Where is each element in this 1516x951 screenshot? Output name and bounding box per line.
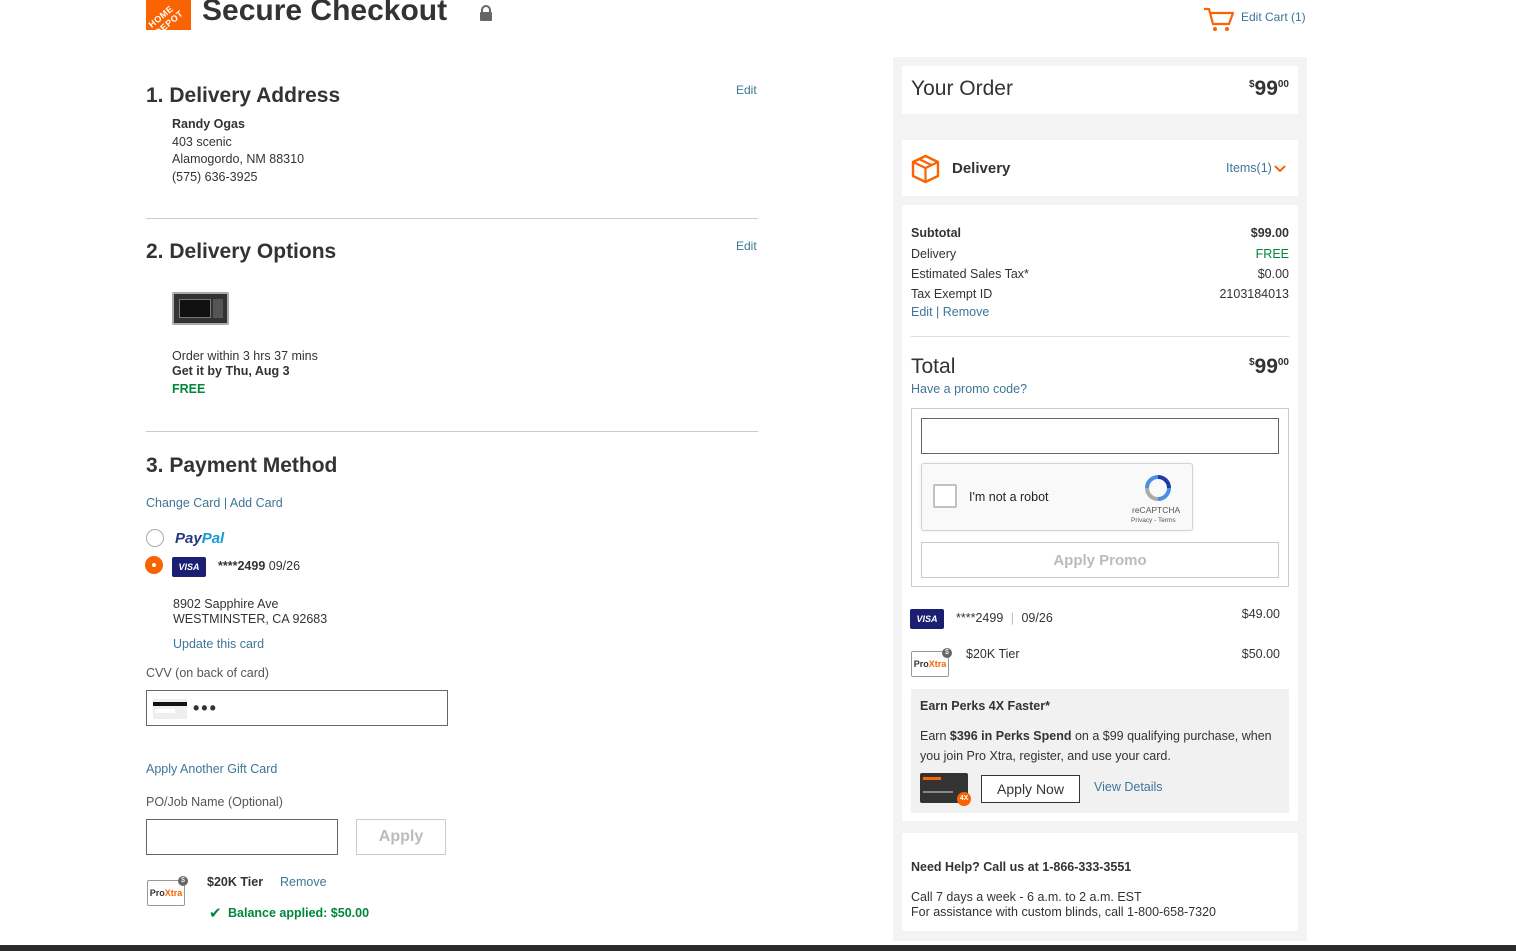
perks-title: Earn Perks 4X Faster* <box>920 699 1050 713</box>
address-city: Alamogordo, NM 88310 <box>172 152 305 166</box>
page-title: Secure Checkout <box>202 0 448 27</box>
delivery-cost-free: FREE <box>172 382 206 396</box>
card-number: ****2499 09/26 <box>218 559 301 573</box>
payment-tier-name: $20K Tier <box>966 647 1020 661</box>
cvv-label: CVV (on back of card) <box>146 666 269 680</box>
card-radio-selected[interactable] <box>145 556 163 574</box>
your-order-title: Your Order <box>911 77 1013 100</box>
balance-applied-text: Balance applied: $50.00 <box>228 906 370 920</box>
checkmark-icon: ✔ <box>209 905 222 922</box>
payment-card-amount: $49.00 <box>1241 607 1280 621</box>
tax-exempt-edit-link[interactable]: Edit <box>911 305 933 319</box>
edit-cart-link[interactable]: Edit Cart (1) <box>1241 10 1306 24</box>
delivery-address-edit-link[interactable]: Edit <box>736 83 757 97</box>
subtotal-row: Subtotal $99.00 <box>911 226 1289 240</box>
help-hours: Call 7 days a week - 6 a.m. to 2 a.m. ES… <box>911 890 1142 904</box>
po-apply-button[interactable]: Apply <box>356 819 446 855</box>
apply-promo-button[interactable]: Apply Promo <box>921 542 1279 578</box>
recaptcha-widget: I'm not a robot reCAPTCHA Privacy - Term… <box>921 463 1193 531</box>
product-thumbnail-microwave[interactable] <box>172 292 229 325</box>
dollar-badge-icon: $ <box>178 876 188 886</box>
tax-exempt-remove-link[interactable]: Remove <box>943 305 990 319</box>
taskbar-edge <box>0 945 1516 951</box>
payment-method-title: 3. Payment Method <box>146 454 338 477</box>
4x-badge-icon: 4X <box>957 792 971 806</box>
tax-exempt-row: Tax Exempt ID 2103184013 <box>911 287 1289 301</box>
cvv-value: ••• <box>193 698 218 718</box>
chevron-down-icon <box>1274 164 1286 173</box>
section-divider <box>146 218 758 219</box>
paypal-logo: PayPal <box>175 530 225 547</box>
help-blinds: For assistance with custom blinds, call … <box>911 905 1217 919</box>
delivery-label: Delivery <box>952 160 1011 177</box>
apply-gift-card-link[interactable]: Apply Another Gift Card <box>146 762 277 776</box>
card-back-icon <box>153 699 187 719</box>
tier-name: $20K Tier <box>207 875 264 889</box>
dollar-badge-icon: $ <box>942 648 952 658</box>
recaptcha-brand: reCAPTCHA <box>1132 505 1181 515</box>
tier-remove-link[interactable]: Remove <box>280 875 327 889</box>
home-depot-logo[interactable]: HOME DEPOT <box>146 0 191 30</box>
help-title: Need Help? Call us at 1-866-333-3551 <box>911 860 1132 874</box>
items-toggle[interactable]: Items(1) <box>1226 161 1286 175</box>
address-phone: (575) 636-3925 <box>172 170 258 184</box>
section-divider <box>146 431 758 432</box>
address-street: 403 scenic <box>172 135 232 149</box>
recaptcha-label: I'm not a robot <box>969 490 1049 504</box>
billing-city: WESTMINSTER, CA 92683 <box>173 612 328 626</box>
paypal-radio[interactable] <box>146 529 164 547</box>
lock-icon <box>480 5 492 21</box>
promo-code-link[interactable]: Have a promo code? <box>911 382 1027 396</box>
cart-icon[interactable] <box>1203 6 1235 32</box>
total-label: Total <box>911 355 956 378</box>
delivery-address-title: 1. Delivery Address <box>146 84 341 107</box>
view-details-link[interactable]: View Details <box>1094 780 1163 794</box>
delivery-options-edit-link[interactable]: Edit <box>736 239 757 253</box>
recaptcha-logo-icon <box>1145 475 1171 501</box>
get-it-by-text: Get it by Thu, Aug 3 <box>172 364 290 378</box>
change-card-link[interactable]: Change Card <box>146 496 220 510</box>
recaptcha-checkbox[interactable] <box>933 484 957 508</box>
promo-code-input[interactable] <box>921 418 1279 454</box>
po-label: PO/Job Name (Optional) <box>146 795 283 809</box>
delivery-row: Delivery FREE <box>911 247 1289 261</box>
perks-description: Earn $396 in Perks Spend on a $99 qualif… <box>920 729 1272 763</box>
tax-row: Estimated Sales Tax* $0.00 <box>911 267 1289 281</box>
add-card-link[interactable]: Add Card <box>230 496 283 510</box>
delivery-box-icon <box>911 154 940 184</box>
visa-card-icon: VISA <box>172 557 206 577</box>
payment-tier-amount: $50.00 <box>1241 647 1280 661</box>
po-job-name-input[interactable] <box>146 819 338 855</box>
recaptcha-links[interactable]: Privacy - Terms <box>1131 517 1176 524</box>
card-links: Change Card | Add Card <box>146 496 283 510</box>
apply-now-button[interactable]: Apply Now <box>981 775 1080 803</box>
order-total: $9900 <box>1248 355 1289 378</box>
cvv-input[interactable]: ••• <box>146 690 448 726</box>
payment-card-details: ****2499 | 09/26 <box>956 611 1053 625</box>
summary-divider <box>911 336 1289 337</box>
order-total-top: $9900 <box>1248 77 1289 100</box>
address-name: Randy Ogas <box>172 117 245 131</box>
card-links-separator: | <box>223 496 228 510</box>
visa-card-icon: VISA <box>910 609 944 629</box>
update-card-link[interactable]: Update this card <box>173 637 264 651</box>
tax-exempt-actions: Edit | Remove <box>911 305 990 319</box>
delivery-options-title: 2. Delivery Options <box>146 240 337 263</box>
